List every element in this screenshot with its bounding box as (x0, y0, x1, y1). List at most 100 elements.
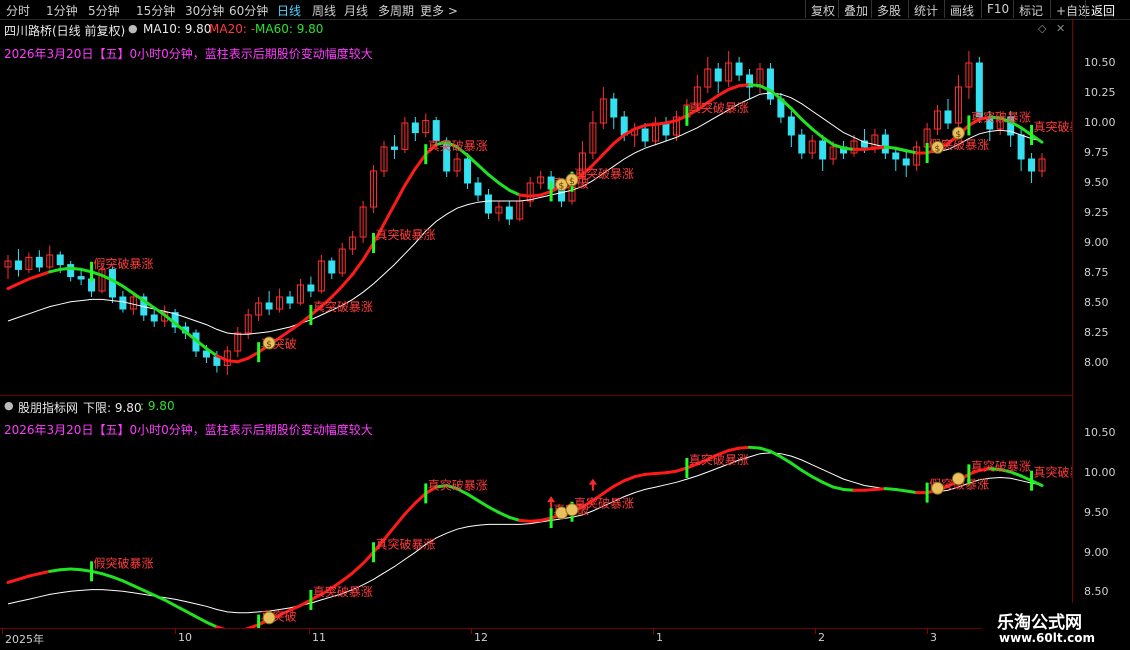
candle-body (108, 268, 116, 298)
xaxis-tick-mark (2, 628, 3, 634)
ma-signal-line-main (330, 284, 344, 299)
main-ytick: 10.00 (1084, 116, 1116, 129)
main-annotation: 真突破暴涨 (971, 109, 1031, 124)
candle-body (902, 158, 910, 166)
xaxis-label: 11 (312, 631, 326, 644)
ma-signal-line-sub (539, 516, 553, 522)
ma-signal-line-main (37, 270, 52, 277)
candle-body (787, 116, 795, 136)
ma-signal-line-sub (194, 615, 208, 624)
ma-signal-line-main (382, 203, 396, 226)
main-ytick: 10.25 (1084, 86, 1116, 99)
main-annotation: 真突破暴涨 (428, 138, 488, 153)
ma-signal-line-main (288, 321, 302, 333)
ma-signal-line-sub (6, 577, 20, 584)
ma-signal-line-main (58, 266, 73, 271)
main-annotation: 假突破暴涨 (94, 256, 154, 271)
ma-signal-line-sub (215, 625, 226, 628)
sub-ytick: 10.00 (1084, 466, 1116, 479)
ma-signal-line-sub (121, 579, 135, 588)
toolbar-action-8[interactable]: 返回 (1085, 0, 1120, 18)
main-annotation: 真突破暴涨 (376, 227, 436, 242)
candle-body (432, 120, 440, 142)
ma-signal-line-main (810, 127, 825, 139)
ma-signal-line-main (236, 356, 250, 364)
sub-annotation: 真突破暴涨 (313, 584, 373, 599)
candle-body (35, 256, 43, 268)
candle-body (735, 62, 743, 76)
ma-signal-line-sub (486, 505, 501, 514)
ma-signal-line-main (528, 193, 543, 198)
ma-signal-line-sub (821, 480, 835, 489)
ma-signal-line-sub (518, 518, 532, 523)
xaxis-tick-mark (653, 628, 654, 634)
candle-body (286, 296, 294, 304)
chart-canvas[interactable]: 假突破暴涨真突破真突破暴涨真突破暴涨真突破暴涨真突破真突破暴涨真突破暴涨假突破暴… (0, 0, 1072, 628)
ma-signal-line-sub (873, 487, 887, 491)
xaxis-tick-mark (927, 628, 928, 634)
ma-signal-line-sub (894, 487, 908, 493)
ma-signal-line-sub (69, 567, 83, 572)
ma-signal-line-sub (654, 471, 668, 476)
candle-body (819, 140, 827, 160)
xaxis-label: 10 (178, 631, 192, 644)
candle-body (328, 260, 336, 274)
ma-signal-line-main (737, 83, 752, 88)
candle-body (265, 302, 273, 310)
ma-signal-line-sub (184, 609, 198, 619)
ma-signal-line-main (873, 145, 887, 150)
ma-signal-line-sub (674, 466, 689, 473)
ma-signal-line-main (883, 145, 898, 150)
main-ytick: 8.25 (1084, 326, 1109, 339)
candle-body (881, 134, 889, 154)
ma-signal-line-sub (110, 575, 125, 583)
main-ytick: 9.50 (1084, 176, 1109, 189)
ma-signal-line-main (121, 284, 135, 295)
ma-signal-line-sub (173, 604, 188, 613)
xaxis-label: 2025年 (5, 633, 44, 646)
ma-signal-line-main (361, 241, 376, 262)
main-annotation: 真突破暴涨 (313, 299, 373, 314)
ma-signal-line-sub (904, 489, 919, 495)
ma-signal-line-main (904, 149, 919, 155)
main-annotation: 真突破暴涨 (1034, 119, 1072, 134)
candle-body (77, 276, 85, 280)
ma-signal-line-sub (163, 598, 177, 608)
ma-signal-line-sub (800, 468, 814, 479)
candle-body (202, 350, 210, 358)
candle-body (975, 62, 983, 118)
candle-body (944, 110, 952, 124)
sub-ytick: 10.50 (1084, 426, 1116, 439)
sub-annotation: 真突破暴涨 (689, 452, 749, 467)
candle-body (610, 98, 618, 118)
ma-signal-line-sub (351, 561, 365, 575)
ma-signal-line-sub (466, 492, 480, 503)
sub-annotation: 真突破暴涨 (971, 458, 1031, 473)
ma-signal-line-sub (612, 479, 626, 488)
ma-signal-line-sub (90, 569, 104, 576)
sub-annotation: 真突破暴涨 (574, 496, 634, 511)
ma-signal-line-sub (633, 472, 647, 479)
ma-signal-line-sub (831, 485, 846, 491)
ma-signal-line-sub (727, 446, 741, 452)
xaxis-label: 2 (818, 631, 825, 644)
candle-body (714, 68, 722, 82)
ma-signal-line-main (507, 188, 522, 197)
xaxis-tick-mark (815, 628, 816, 634)
ma-signal-line-sub (748, 445, 762, 450)
ma-signal-line-sub (862, 487, 877, 492)
ma-signal-line-sub (58, 567, 73, 572)
candle-body (474, 182, 482, 196)
ma-signal-line-main (27, 273, 41, 281)
sub-annotation: 假突破暴涨 (94, 555, 154, 570)
money-bag-icon-glyph: $ (935, 144, 941, 154)
candle-body (119, 296, 127, 310)
main-ytick: 9.00 (1084, 236, 1109, 249)
ma-signal-line-main (79, 267, 94, 274)
ma-signal-line-main (727, 84, 741, 91)
ma-signal-line-main (90, 270, 104, 277)
main-ytick: 9.75 (1084, 146, 1109, 159)
candle-body (464, 158, 472, 184)
ma-signal-line-main (497, 181, 511, 192)
ma-signal-line-main (612, 133, 626, 145)
